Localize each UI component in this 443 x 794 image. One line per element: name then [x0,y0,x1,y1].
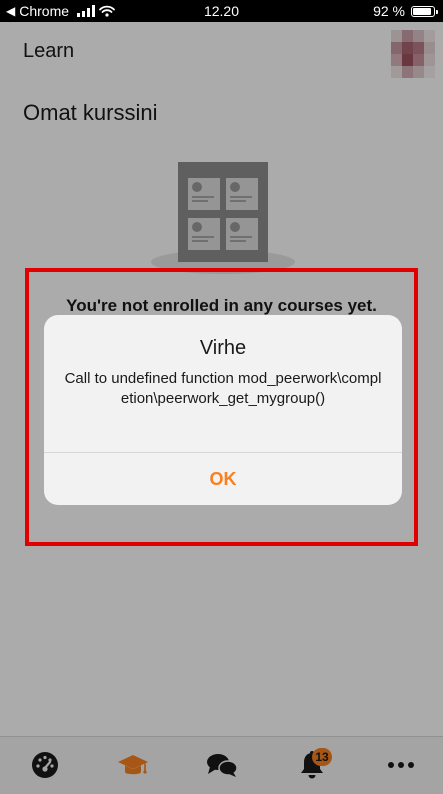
battery-icon [411,5,438,17]
battery-text: 92 % [373,3,405,19]
status-right: 92 % [373,0,438,22]
battery-fill [413,7,431,15]
alert-title: Virhe [199,337,247,359]
error-alert-dialog: Virhe Call to undefined function mod_pee… [44,315,402,505]
alert-ok-button[interactable]: OK [44,453,402,505]
status-bar: ◀ Chrome 12.20 92 % [0,0,443,22]
alert-message: Call to undefined function mod_peerwork\… [64,370,382,407]
